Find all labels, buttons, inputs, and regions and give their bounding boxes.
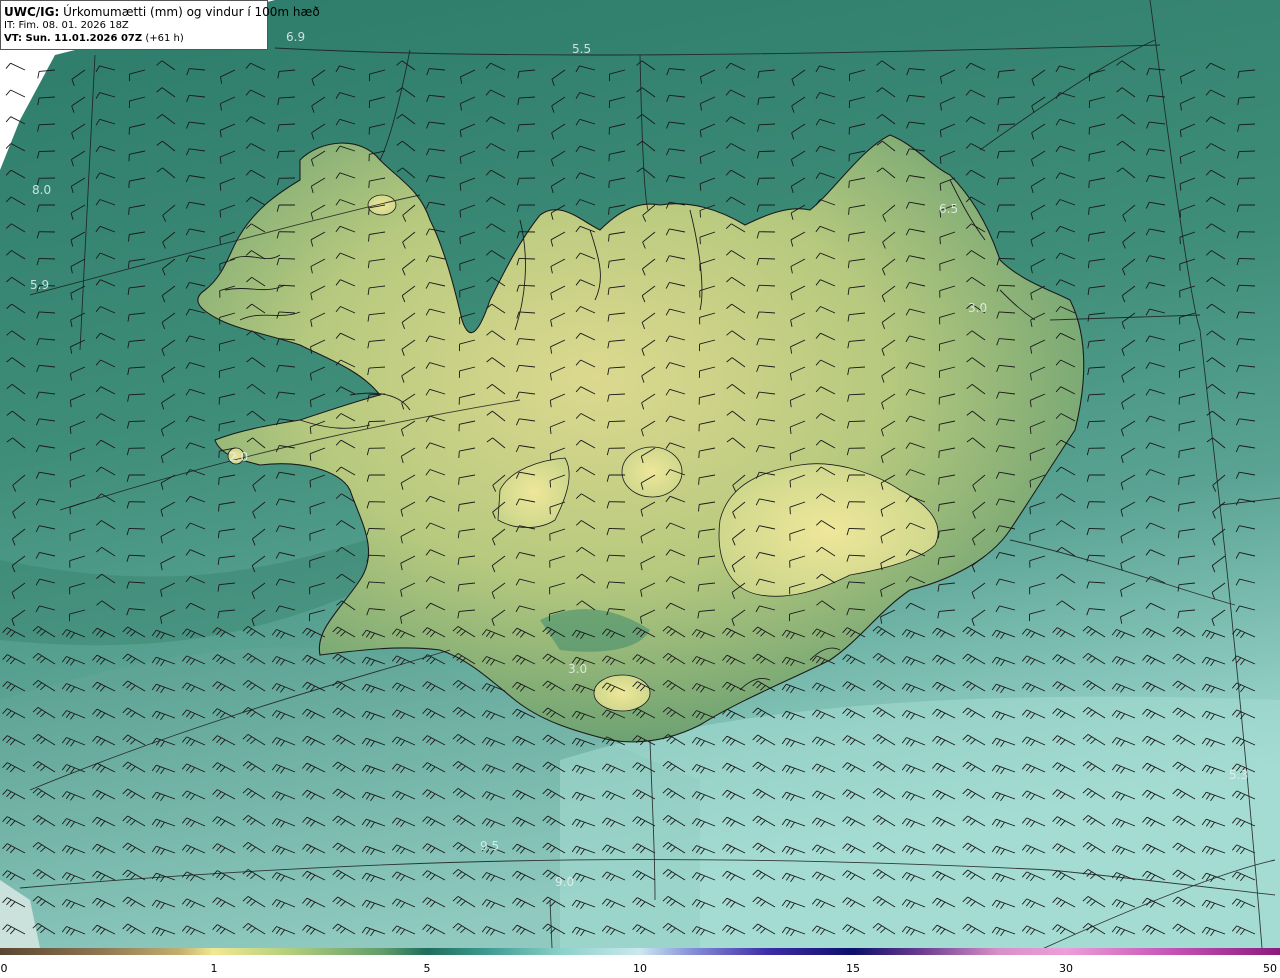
colorbar-tick: 15: [846, 962, 860, 975]
colorbar-tick: 10: [633, 962, 647, 975]
map-title-box: UWC/IG: Úrkomumætti (mm) og vindur í 100…: [0, 0, 320, 50]
colorbar: 0 1 5 10 15 30 50: [0, 948, 1280, 978]
contour-label: 5.5: [572, 42, 591, 56]
valid-time-value: VT: Sun. 11.01.2026 07Z: [4, 33, 143, 44]
contour-label: 6.5: [939, 202, 958, 216]
contour-label: 2.0: [229, 450, 248, 464]
colorbar-tick: 5: [423, 962, 431, 975]
contour-label: 5.9: [30, 278, 49, 292]
colorbar-tick: 0: [0, 962, 8, 975]
contour-label: 9.0: [555, 875, 574, 889]
precipitation-wind-map: 6.9 5.5 8.0 6.5 5.9 3.0 2.0 3.0 5.3 9.5 …: [0, 0, 1280, 948]
map-title: UWC/IG: Úrkomumætti (mm) og vindur í 100…: [4, 5, 320, 19]
contour-label: 5.3: [1229, 768, 1248, 782]
contour-label: 9.5: [480, 839, 499, 853]
colorbar-strip: [0, 948, 1280, 955]
contour-label: 3.0: [968, 301, 987, 315]
colorbar-tick: 30: [1059, 962, 1073, 975]
valid-time: VT: Sun. 11.01.2026 07Z (+61 h): [4, 32, 264, 45]
contour-label: 6.9: [286, 30, 305, 44]
contour-label: 3.0: [568, 662, 587, 676]
contour-label: 8.0: [32, 183, 51, 197]
model-name: UWC/IG:: [4, 5, 60, 19]
forecast-hour: (+61 h): [145, 33, 184, 44]
colorbar-tick: 50: [1263, 962, 1277, 975]
field-title: Úrkomumætti (mm) og vindur í 100m hæð: [63, 5, 320, 19]
colorbar-tick: 1: [210, 962, 218, 975]
issue-time: IT: Fim. 08. 01. 2026 18Z: [4, 20, 129, 31]
